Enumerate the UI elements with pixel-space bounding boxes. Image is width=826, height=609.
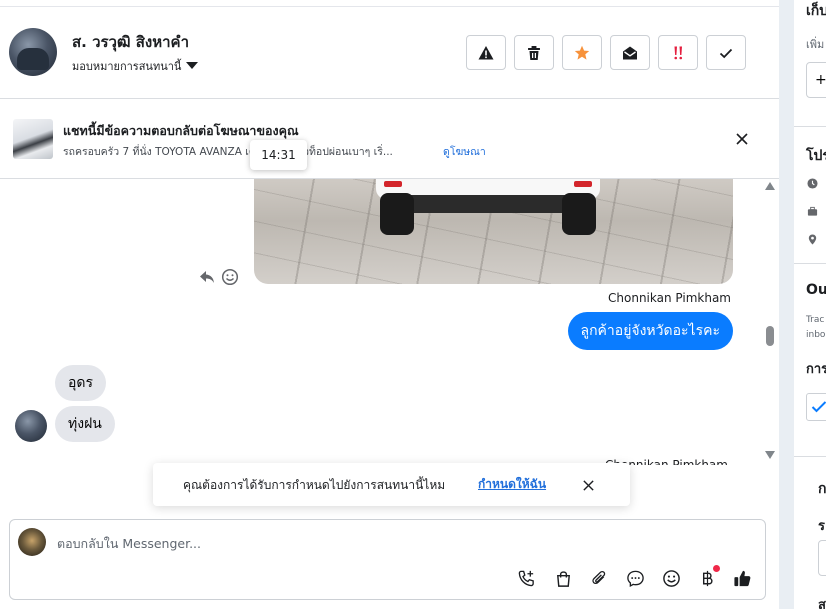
scrollbar-thumb[interactable] bbox=[766, 326, 774, 346]
shop-button[interactable] bbox=[552, 567, 574, 589]
activity-field-input[interactable] bbox=[818, 540, 826, 576]
contact-info-panel: เก็บ เพิ่ม + โปร Ou Trac inbo การ ก ร ส bbox=[794, 0, 826, 609]
star-button[interactable] bbox=[562, 35, 602, 70]
conversation-header: ส. วรวุฒิ สิงหาคำ มอบหมายการสนทนานี้ bbox=[0, 0, 779, 99]
section-divider bbox=[794, 263, 826, 264]
notes-add-text: เพิ่ม bbox=[806, 38, 825, 51]
briefcase-icon bbox=[807, 206, 818, 216]
outcome-description-line-2: inbo bbox=[806, 330, 826, 340]
contact-message-avatar bbox=[15, 410, 47, 442]
paperclip-icon bbox=[591, 570, 605, 584]
delete-button[interactable] bbox=[514, 35, 554, 70]
outcome-field-label: การ bbox=[806, 362, 826, 377]
assign-prompt-close-button[interactable] bbox=[578, 475, 598, 495]
assign-conversation-dropdown[interactable]: มอบหมายการสนทนานี้ bbox=[72, 57, 199, 75]
contact-name[interactable]: ส. วรวุฒิ สิงหาคำ bbox=[72, 30, 189, 54]
follow-up-button[interactable] bbox=[658, 35, 698, 70]
mark-unread-button[interactable] bbox=[610, 35, 650, 70]
scroll-up-arrow-icon[interactable] bbox=[765, 182, 775, 190]
emoji-icon bbox=[662, 569, 680, 587]
panel-divider bbox=[779, 0, 794, 609]
ad-thumbnail[interactable] bbox=[13, 119, 53, 159]
assign-prompt-toast: คุณต้องการได้รับการกำหนดไปยังการสนทนานี้… bbox=[153, 463, 630, 506]
react-icon[interactable] bbox=[221, 268, 239, 286]
car-taillight-left bbox=[384, 181, 402, 187]
clock-icon bbox=[807, 178, 818, 189]
outcome-description-line-1: Trac bbox=[806, 315, 825, 325]
emoji-button[interactable] bbox=[660, 567, 682, 589]
message-scrollbar[interactable] bbox=[762, 179, 778, 462]
assign-prompt-text: คุณต้องการได้รับการกำหนดไปยังการสนทนานี้… bbox=[183, 478, 446, 492]
reply-icon[interactable] bbox=[198, 268, 216, 286]
contact-avatar[interactable] bbox=[9, 28, 57, 76]
assign-label: มอบหมายการสนทนานี้ bbox=[72, 60, 182, 73]
outcome-section-title: Ou bbox=[806, 282, 826, 298]
car-tire-left bbox=[380, 193, 414, 235]
incoming-message-bubble[interactable]: ทุ่งฝน bbox=[55, 406, 115, 442]
page-avatar bbox=[18, 528, 46, 556]
activity-field-label: ร bbox=[818, 519, 825, 534]
star-icon bbox=[574, 45, 590, 60]
chat-panel: ส. วรวุฒิ สิงหาคำ มอบหมายการสนทนานี้ แชท… bbox=[0, 0, 779, 609]
attach-button[interactable] bbox=[588, 567, 610, 589]
thumbs-up-icon bbox=[733, 570, 750, 586]
activity-section-title: ก bbox=[818, 481, 826, 497]
notification-dot bbox=[713, 565, 720, 572]
exclamation-icon bbox=[674, 46, 683, 59]
location-pin-icon bbox=[808, 234, 817, 245]
like-button[interactable] bbox=[731, 567, 753, 589]
ad-banner-close-button[interactable] bbox=[731, 128, 753, 150]
incoming-message-bubble[interactable]: อุดร bbox=[55, 365, 107, 401]
trash-icon bbox=[528, 45, 540, 60]
reply-input[interactable] bbox=[57, 533, 737, 553]
activity-footer-label: ส bbox=[818, 598, 826, 609]
caret-down-icon bbox=[186, 61, 199, 69]
notes-section-title: เก็บ bbox=[806, 3, 826, 19]
check-icon bbox=[719, 48, 733, 58]
section-divider bbox=[794, 456, 826, 457]
check-icon bbox=[811, 401, 826, 413]
message-composer bbox=[9, 519, 766, 600]
ad-banner-description: รถครอบครัว 7 ที่นั่ง TOYOTA AVANZA เครื่… bbox=[63, 146, 393, 158]
profile-section-title: โปร bbox=[806, 148, 826, 164]
envelope-open-icon bbox=[623, 46, 637, 59]
close-icon bbox=[582, 479, 594, 491]
outcome-checkbox[interactable] bbox=[806, 393, 826, 421]
outgoing-sender-name: Chonnikan Pimkham bbox=[608, 291, 731, 305]
chat-bubble-icon bbox=[626, 570, 644, 587]
spam-button[interactable] bbox=[466, 35, 506, 70]
view-ad-link[interactable]: ดูโฆษณา bbox=[443, 143, 486, 160]
close-icon bbox=[736, 133, 748, 145]
call-add-icon bbox=[518, 570, 534, 586]
scroll-down-arrow-icon[interactable] bbox=[765, 451, 775, 459]
shopping-bag-icon bbox=[556, 570, 570, 587]
car-underside bbox=[394, 195, 584, 213]
header-divider bbox=[0, 6, 779, 7]
warning-icon bbox=[478, 45, 494, 59]
add-note-button[interactable]: + bbox=[806, 62, 826, 98]
outgoing-message-bubble[interactable]: ลูกค้าอยู่จังหวัดอะไรคะ bbox=[567, 312, 733, 350]
photo-message[interactable] bbox=[254, 179, 733, 284]
ad-banner-title: แชทนี้มีข้อความตอบกลับต่อโฆษณาของคุณ bbox=[63, 123, 299, 138]
car-taillight-right bbox=[574, 181, 592, 187]
car-tire-right bbox=[562, 193, 596, 235]
timestamp-tooltip: 14:31 bbox=[250, 140, 307, 170]
call-add-button[interactable] bbox=[515, 567, 537, 589]
saved-replies-button[interactable] bbox=[624, 567, 646, 589]
mark-done-button[interactable] bbox=[706, 35, 746, 70]
assign-to-me-link[interactable]: กำหนดให้ฉัน bbox=[478, 475, 546, 494]
section-divider bbox=[794, 126, 826, 127]
